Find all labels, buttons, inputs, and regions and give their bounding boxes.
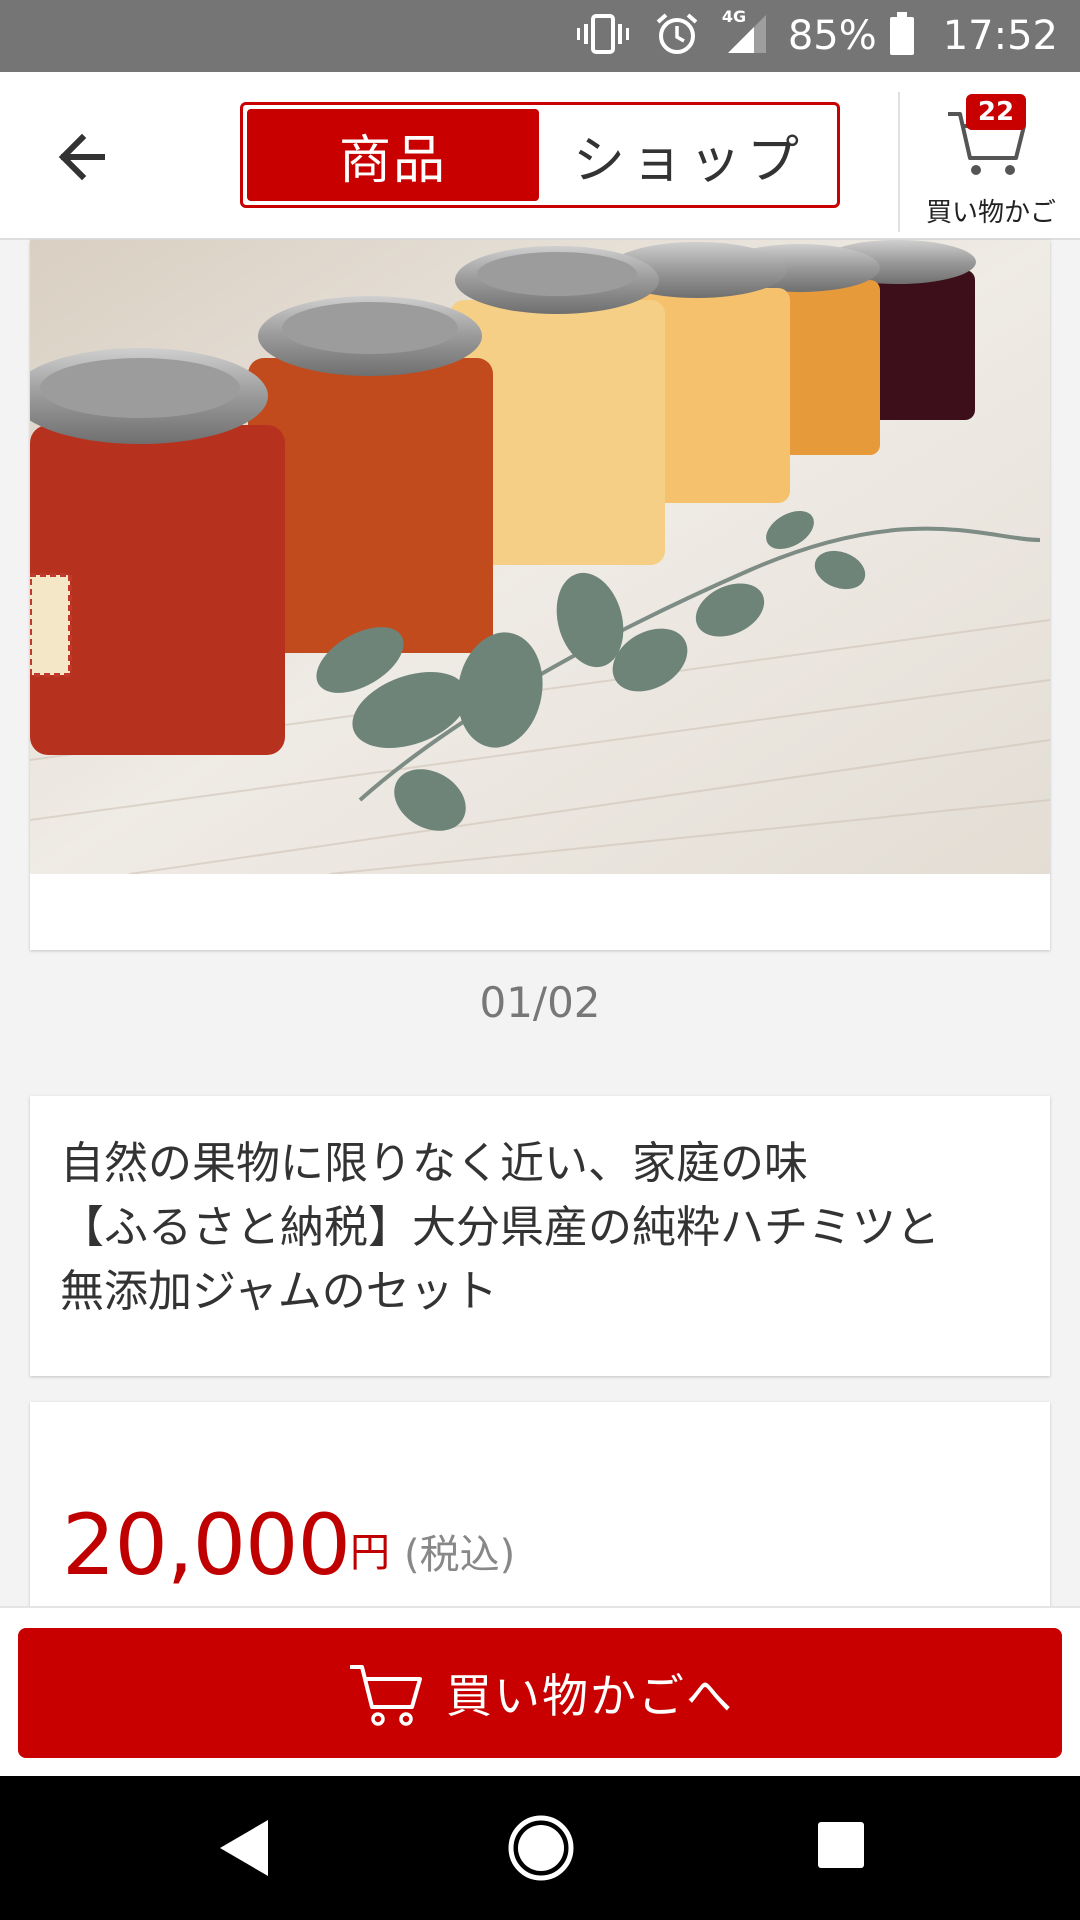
bottom-action-bar: 買い物かごへ: [0, 1606, 1080, 1778]
product-title-line: 無添加ジャムのセット: [60, 1266, 498, 1317]
cart-count-badge: 22: [966, 94, 1026, 130]
product-title-line: 自然の果物に限りなく近い、家庭の味: [60, 1138, 808, 1189]
app-header: 商品 ショップ 22 買い物かご: [0, 72, 1080, 240]
price-card: 20,000 円 (税込): [30, 1402, 1050, 1612]
product-image-card[interactable]: [30, 240, 1050, 950]
tab-shop[interactable]: ショップ: [543, 109, 835, 201]
header-cart-button[interactable]: 22 買い物かご: [898, 92, 1080, 232]
nav-recents-icon[interactable]: [818, 1822, 864, 1868]
price-currency: 円: [350, 1530, 390, 1576]
price-amount: 20,000: [62, 1496, 351, 1594]
nav-home-icon[interactable]: [505, 1812, 577, 1884]
tax-note: (税込): [404, 1532, 516, 1578]
battery-icon: [889, 12, 915, 60]
cart-icon: [350, 1665, 422, 1726]
clock: 17:52: [942, 13, 1058, 59]
segment-control: 商品 ショップ: [240, 102, 840, 208]
image-pager: 01/02: [479, 978, 601, 1027]
network-label: 4G: [721, 7, 747, 26]
back-button[interactable]: [50, 122, 120, 192]
tab-product[interactable]: 商品: [247, 109, 539, 201]
system-nav-bar: [0, 1776, 1080, 1920]
product-photo[interactable]: [30, 240, 1050, 874]
arrow-left-icon: [58, 133, 105, 181]
product-title-card: 自然の果物に限りなく近い、家庭の味 【ふるさと納税】大分県産の純粋ハチミツと 無…: [30, 1096, 1050, 1376]
add-to-cart-button[interactable]: 買い物かごへ: [18, 1628, 1062, 1758]
cart-label: 買い物かご: [925, 198, 1056, 228]
signal-icon: 4G: [722, 7, 770, 59]
add-to-cart-label: 買い物かごへ: [446, 1669, 734, 1723]
battery-percent: 85%: [787, 13, 877, 59]
vibrate-icon: [576, 12, 630, 60]
nav-back-icon[interactable]: [210, 1812, 282, 1884]
product-title-line: 【ふるさと納税】大分県産の純粋ハチミツと: [60, 1202, 940, 1253]
status-bar: 4G 85% 17:52: [0, 0, 1080, 72]
alarm-icon: [654, 11, 700, 61]
